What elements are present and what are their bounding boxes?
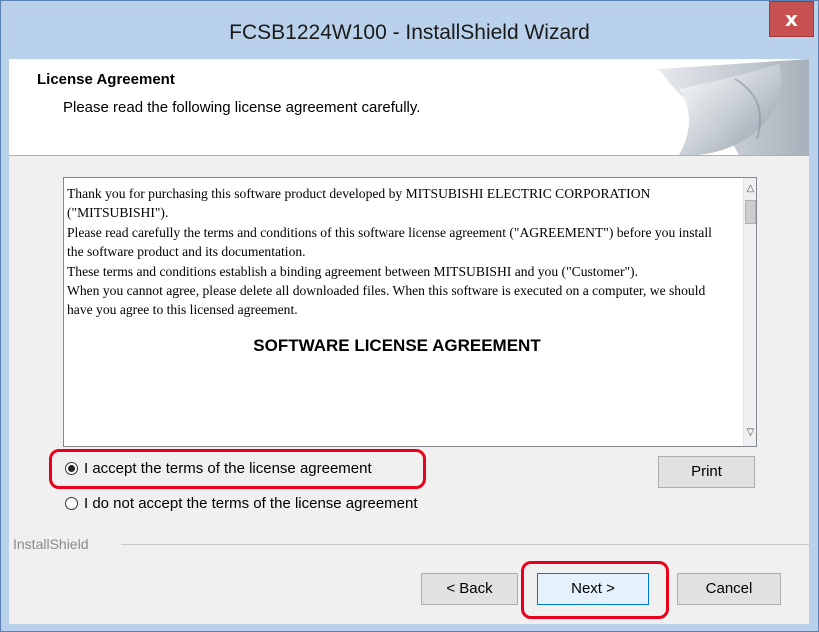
license-text: Thank you for purchasing this software p…	[64, 184, 727, 371]
license-paragraph: Please read carefully the terms and cond…	[67, 224, 712, 260]
installer-window: FCSB1224W100 - InstallShield Wizard x Li…	[0, 0, 819, 632]
close-button[interactable]: x	[769, 1, 814, 37]
license-text-box[interactable]: Thank you for purchasing this software p…	[63, 177, 757, 447]
chevron-up-icon[interactable]: △	[744, 180, 756, 198]
decline-option[interactable]: I do not accept the terms of the license…	[65, 495, 418, 512]
print-button[interactable]: Print	[658, 456, 755, 488]
next-highlight	[521, 561, 669, 619]
page-title: License Agreement	[37, 71, 175, 88]
cancel-button[interactable]: Cancel	[677, 573, 781, 605]
page-subtitle: Please read the following license agreem…	[63, 99, 421, 116]
wizard-client-area: License Agreement Please read the follow…	[9, 59, 809, 624]
back-button[interactable]: < Back	[421, 573, 518, 605]
page-curl-graphic	[659, 59, 809, 155]
footer-divider	[121, 544, 809, 545]
license-paragraph: When you cannot agree, please delete all…	[67, 283, 706, 318]
title-bar[interactable]: FCSB1224W100 - InstallShield Wizard x	[1, 1, 818, 59]
vertical-scrollbar[interactable]: △ ▽	[743, 178, 756, 446]
decline-label: I do not accept the terms of the license…	[84, 495, 418, 512]
installshield-brand: InstallShield	[13, 536, 89, 552]
accept-highlight	[49, 449, 426, 489]
scroll-thumb[interactable]	[745, 200, 756, 224]
license-paragraph: Thank you for purchasing this software p…	[67, 186, 651, 221]
window-title: FCSB1224W100 - InstallShield Wizard	[229, 21, 590, 44]
license-heading: SOFTWARE LICENSE AGREEMENT	[253, 335, 541, 355]
chevron-down-icon[interactable]: ▽	[744, 424, 756, 442]
wizard-header: License Agreement Please read the follow…	[9, 59, 809, 156]
license-paragraph: These terms and conditions establish a b…	[67, 263, 638, 279]
decline-radio[interactable]	[65, 497, 78, 510]
